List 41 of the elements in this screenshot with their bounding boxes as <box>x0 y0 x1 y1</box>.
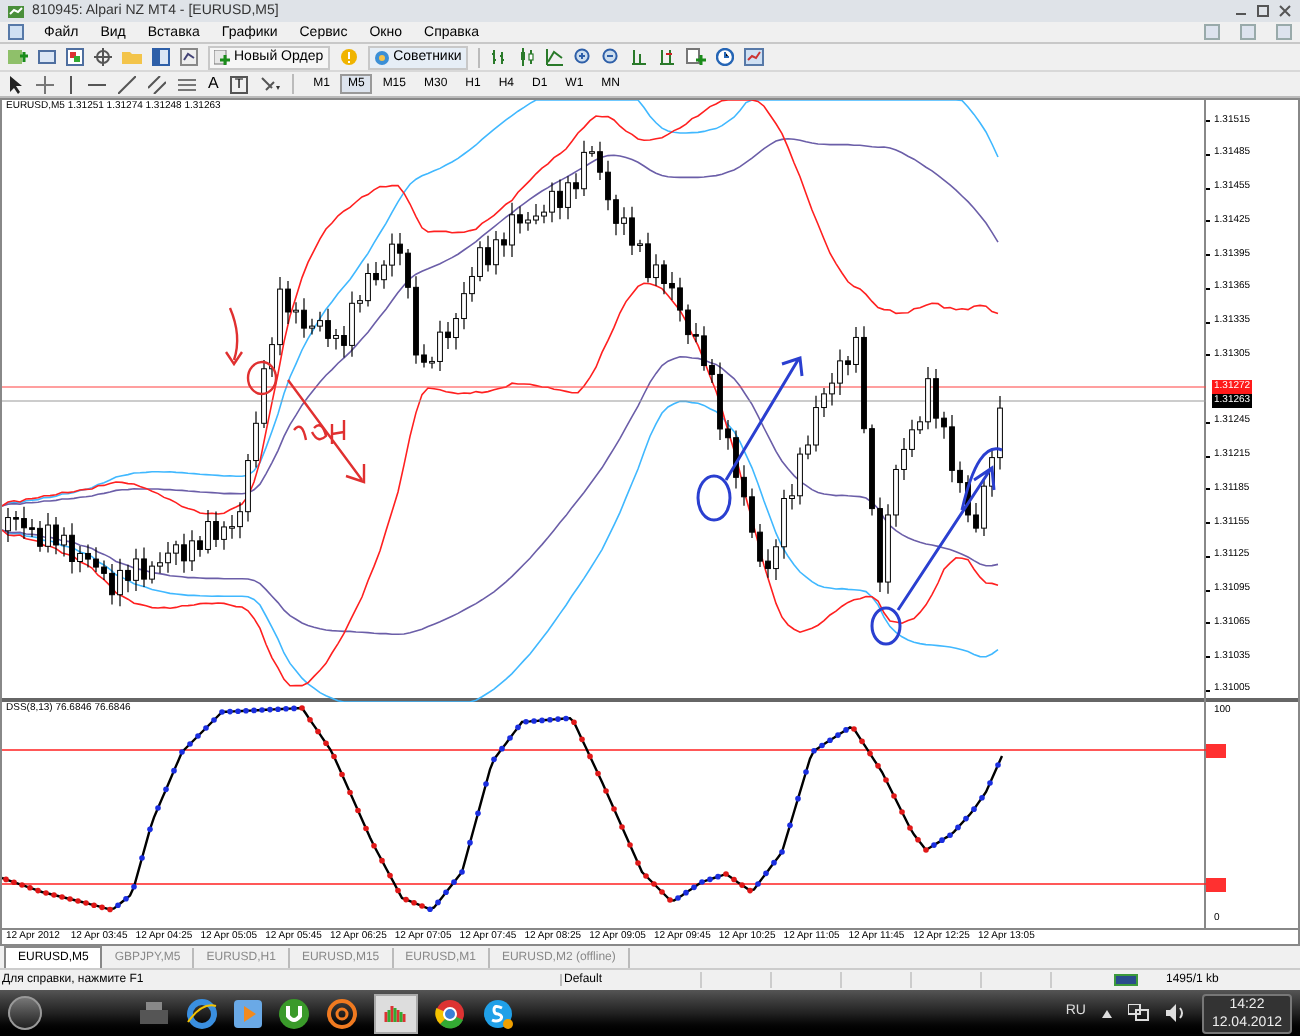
arrow-tool-icon[interactable] <box>259 75 280 93</box>
clock-icon[interactable] <box>715 48 734 66</box>
candlestick-icon[interactable] <box>517 48 536 66</box>
browser-icon[interactable] <box>186 997 218 1029</box>
zoom-in-icon[interactable] <box>573 48 592 66</box>
crosshair-icon[interactable] <box>94 48 112 66</box>
trendline-icon[interactable] <box>118 75 136 93</box>
chart-bars-icon <box>382 1001 410 1025</box>
grid-icon[interactable] <box>629 48 648 66</box>
caret-up-icon[interactable] <box>1101 1009 1112 1017</box>
active-app-button[interactable] <box>374 993 418 1033</box>
template-icon[interactable] <box>743 48 764 66</box>
network-icon[interactable] <box>1127 1004 1150 1022</box>
printer-icon[interactable] <box>138 999 170 1027</box>
app-icon <box>8 3 24 19</box>
line-chart-icon[interactable] <box>545 48 564 66</box>
connection-bars-icon <box>1114 974 1138 986</box>
colored-grid-icon[interactable] <box>66 48 84 66</box>
start-button[interactable] <box>8 996 42 1030</box>
speaker-icon[interactable] <box>1165 1004 1186 1022</box>
chart-shift-icon[interactable] <box>657 48 676 66</box>
level-marker <box>1206 744 1226 758</box>
vertical-line-icon[interactable] <box>66 75 76 93</box>
add-chart-icon[interactable] <box>8 48 28 66</box>
media-player-icon[interactable] <box>234 999 262 1027</box>
maximize-icon[interactable] <box>1256 4 1270 18</box>
bar-chart-icon[interactable] <box>489 48 508 66</box>
text-tool[interactable]: A <box>208 76 219 92</box>
chart-settings-icon[interactable] <box>180 48 198 66</box>
gear-icon <box>373 49 390 65</box>
level-marker <box>1206 878 1226 892</box>
close-icon[interactable] <box>1278 4 1292 18</box>
chart-window-icon <box>8 24 24 40</box>
crosshair-icon[interactable] <box>36 75 54 93</box>
plus-icon <box>214 49 230 65</box>
indicator-add-icon[interactable] <box>685 48 706 66</box>
zoom-out-icon[interactable] <box>601 48 620 66</box>
channel-icon[interactable] <box>148 75 166 93</box>
panel-icon[interactable] <box>152 48 170 66</box>
cursor-icon[interactable] <box>8 75 24 93</box>
window-icon[interactable] <box>38 48 56 66</box>
